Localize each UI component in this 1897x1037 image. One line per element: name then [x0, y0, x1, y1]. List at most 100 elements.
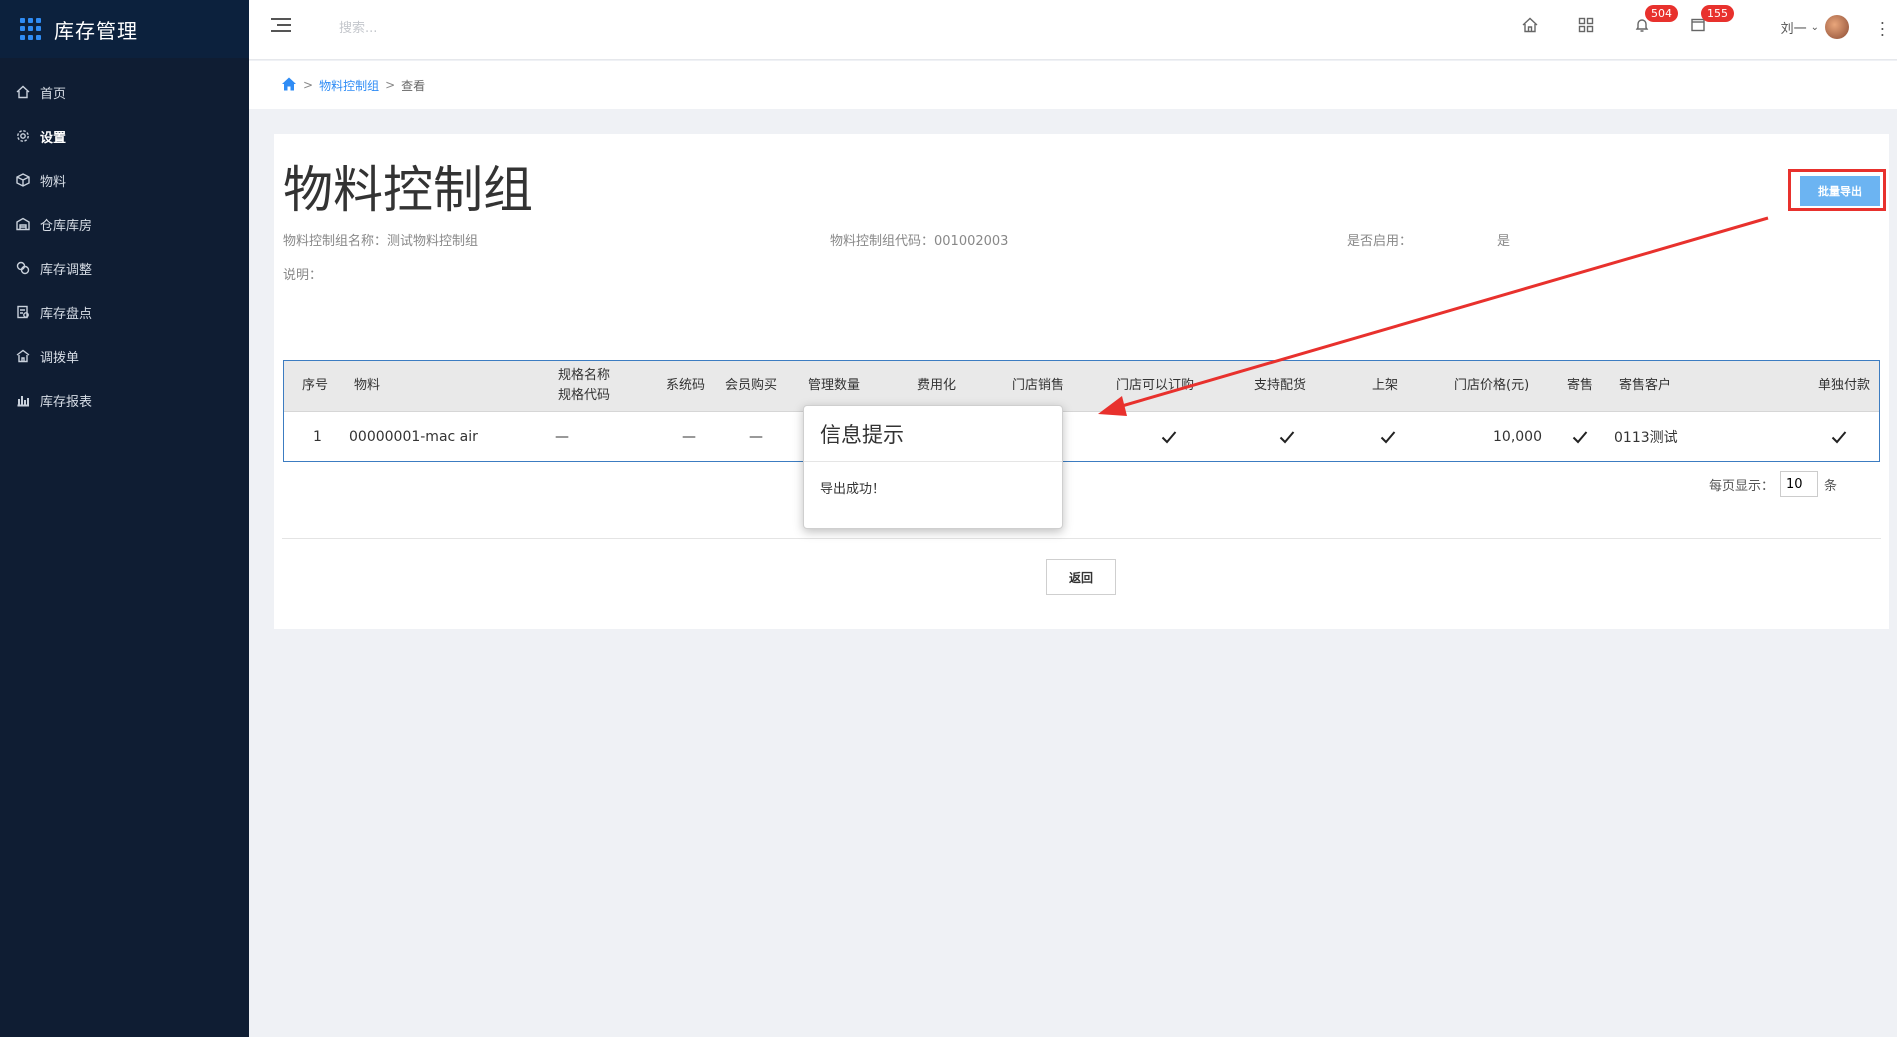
check-icon: [1831, 430, 1847, 443]
col-header-consign-customer: 寄售客户: [1619, 378, 1672, 393]
detail-panel: 物料控制组 批量导出 物料控制组名称：测试物料控制组 物料控制组代码：00100…: [274, 134, 1889, 629]
search-input[interactable]: [339, 18, 539, 38]
group-code-field: 物料控制组代码：001002003: [830, 230, 1008, 249]
enabled-field: 是否启用：: [1347, 230, 1412, 249]
col-header-price: 门店价格(元): [1454, 378, 1530, 393]
cell-syscode: —: [682, 428, 696, 445]
cell-price: 10,000: [1493, 428, 1542, 445]
cell-spec: —: [555, 428, 569, 445]
home-icon: [16, 85, 30, 99]
batch-export-button[interactable]: 批量导出: [1800, 176, 1880, 206]
transfer-icon: [16, 349, 30, 363]
brand[interactable]: 库存管理: [0, 0, 249, 58]
warehouse-icon: [16, 217, 30, 231]
info-dialog: 信息提示 导出成功！: [803, 405, 1063, 529]
sidebar-item-material[interactable]: 物料: [0, 158, 249, 202]
bell-icon[interactable]: 504: [1633, 5, 1678, 34]
check-icon: [1572, 430, 1588, 443]
sidebar-item-warehouse[interactable]: 仓库库房: [0, 202, 249, 246]
enabled-value: 是: [1497, 234, 1511, 249]
col-header-shelf: 上架: [1372, 378, 1399, 393]
sidebar-item-label: 库存报表: [40, 394, 93, 410]
sidebar-menu: 首页 设置 物料 仓库库房 库存调整 库存盘点 调拨单 库存报表: [0, 70, 249, 422]
breadcrumb: > 物料控制组 > 查看: [249, 61, 1897, 109]
breadcrumb-separator: >: [385, 78, 396, 92]
grid-icon[interactable]: [1577, 16, 1595, 34]
home-icon[interactable]: [1521, 16, 1539, 34]
group-name-field: 物料控制组名称：测试物料控制组: [283, 230, 478, 249]
col-header-store-sale: 门店销售: [1012, 378, 1065, 393]
description-label: 说明：: [283, 268, 323, 283]
page-size-control: 每页显示： 条: [1709, 471, 1837, 497]
breadcrumb-link[interactable]: 物料控制组: [319, 77, 379, 94]
cube-icon: [16, 173, 30, 187]
col-header-separate-pay: 单独付款: [1818, 378, 1871, 393]
menu-toggle-icon[interactable]: [271, 18, 291, 34]
sidebar-item-label: 库存盘点: [40, 306, 93, 322]
breadcrumb-separator: >: [303, 78, 314, 92]
cell-consign-check: [1572, 412, 1588, 461]
dialog-title: 信息提示: [804, 406, 1062, 462]
user-menu[interactable]: 刘一 ⌄: [1781, 15, 1849, 39]
sidebar-item-label: 物料: [40, 174, 67, 190]
col-header-syscode: 系统码: [666, 378, 706, 393]
cell-delivery-check: [1279, 412, 1295, 461]
breadcrumb-current: 查看: [401, 78, 426, 93]
page-size-unit: 条: [1823, 478, 1837, 494]
group-name-label: 物料控制组名称：: [283, 234, 388, 249]
message-icon[interactable]: 155: [1689, 5, 1734, 34]
col-header-seq: 序号: [302, 378, 329, 393]
cell-separate-pay-check: [1831, 412, 1847, 461]
top-header: 504 155 刘一 ⌄ ...: [249, 0, 1897, 60]
cell-consign-customer: 0113测试: [1614, 429, 1678, 446]
sidebar-item-stock-adjust[interactable]: 库存调整: [0, 246, 249, 290]
home-icon[interactable]: [281, 76, 297, 95]
sidebar-item-transfer[interactable]: 调拨单: [0, 334, 249, 378]
divider: [282, 538, 1881, 539]
enabled-label: 是否启用：: [1347, 234, 1413, 249]
app-title: 库存管理: [54, 18, 138, 43]
col-header-material: 物料: [354, 378, 381, 393]
table-row[interactable]: 1 00000001-mac air — — — 10,000 0113测试: [284, 412, 1879, 461]
group-code-label: 物料控制组代码：: [830, 234, 935, 249]
sidebar-item-stock-check[interactable]: 库存盘点: [0, 290, 249, 334]
col-header-manage-qty: 管理数量: [808, 378, 861, 393]
gear-icon: [16, 129, 30, 143]
dialog-message: 导出成功！: [820, 482, 886, 497]
sidebar-item-label: 设置: [40, 130, 67, 146]
group-code-value: 001002003: [934, 234, 1009, 249]
material-table: 序号 物料 规格名称 规格代码 系统码 会员购买 管理数量 费用化 门店销售 门…: [283, 360, 1880, 462]
sidebar-item-label: 仓库库房: [40, 218, 93, 234]
avatar: [1825, 15, 1849, 39]
page-size-input[interactable]: [1779, 471, 1818, 497]
col-header-delivery: 支持配货: [1254, 378, 1307, 393]
bar-chart-icon: [16, 393, 30, 407]
sidebar-item-label: 首页: [40, 86, 67, 102]
inventory-check-icon: [16, 305, 30, 319]
user-name: 刘一: [1780, 21, 1807, 37]
col-header-consign: 寄售: [1567, 378, 1594, 393]
sidebar-item-report[interactable]: 库存报表: [0, 378, 249, 422]
cell-seq: 1: [313, 428, 322, 445]
col-header-member-buy: 会员购买: [725, 378, 778, 393]
sidebar-item-label: 库存调整: [40, 262, 93, 278]
notification-badge: 504: [1645, 5, 1678, 22]
sidebar-item-settings[interactable]: 设置: [0, 114, 249, 158]
cell-shelf-check: [1380, 412, 1396, 461]
group-name-value: 测试物料控制组: [387, 234, 479, 249]
col-header-spec: 规格名称 规格代码: [558, 361, 610, 411]
sidebar: 库存管理 首页 设置 物料 仓库库房 库存调整 库存盘点 调拨单 库存报表: [0, 0, 249, 1037]
page-title: 物料控制组: [283, 161, 533, 219]
col-header-spec-name: 规格名称: [558, 368, 611, 383]
check-icon: [1380, 430, 1396, 443]
chevron-down-icon: ⌄: [1810, 21, 1819, 33]
adjust-icon: [16, 261, 30, 275]
page-size-label: 每页显示：: [1708, 478, 1774, 494]
check-icon: [1279, 430, 1295, 443]
table-header: 序号 物料 规格名称 规格代码 系统码 会员购买 管理数量 费用化 门店销售 门…: [284, 361, 1879, 412]
sidebar-item-home[interactable]: 首页: [0, 70, 249, 114]
back-button[interactable]: 返回: [1046, 559, 1116, 595]
col-header-spec-code: 规格代码: [558, 388, 611, 403]
col-header-store-order: 门店可以订购: [1116, 378, 1195, 393]
more-vertical-icon[interactable]: ...: [1880, 11, 1885, 39]
